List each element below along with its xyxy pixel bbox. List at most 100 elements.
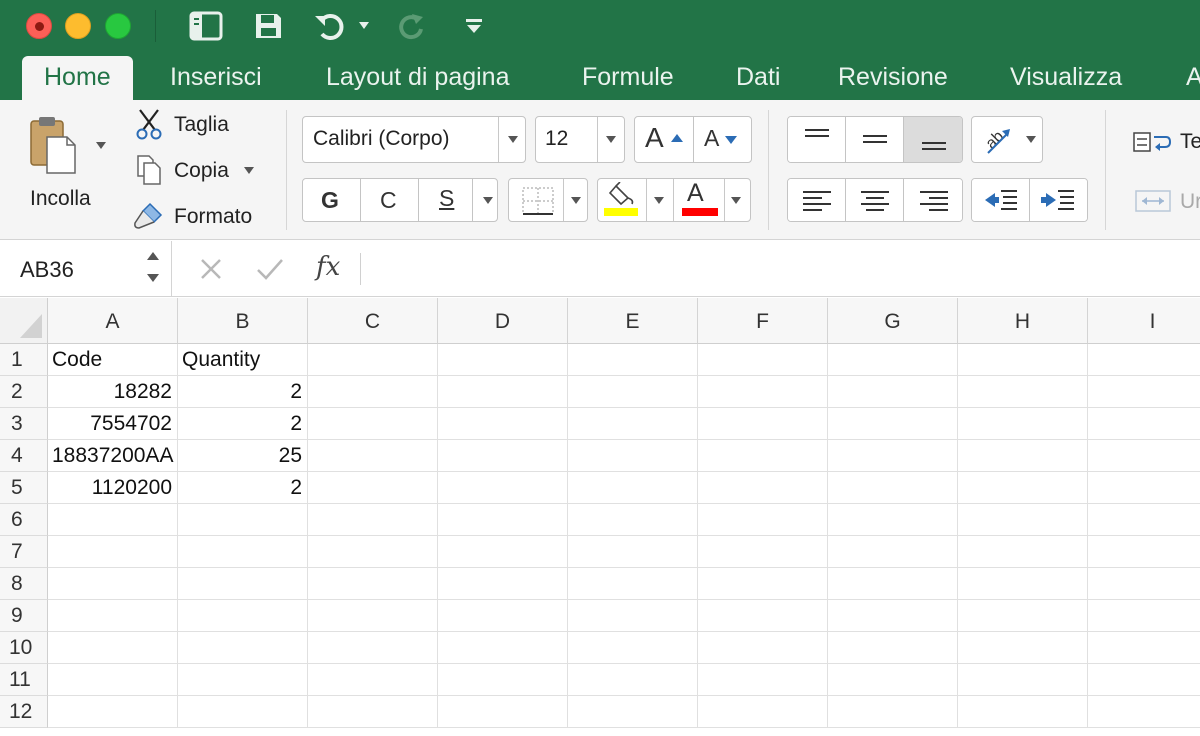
text-orientation-button[interactable]: ab	[971, 116, 1043, 163]
cell-a4[interactable]: 18837200AA	[48, 440, 178, 472]
redo-icon[interactable]	[396, 10, 428, 42]
cell-a12[interactable]	[48, 696, 178, 728]
cell-i3[interactable]	[1088, 408, 1200, 440]
close-window-button[interactable]	[26, 13, 52, 39]
fill-color-button[interactable]	[598, 179, 673, 221]
column-header-g[interactable]: G	[828, 298, 958, 344]
cell-f10[interactable]	[698, 632, 828, 664]
undo-dropdown-icon[interactable]	[359, 22, 369, 29]
cell-d5[interactable]	[438, 472, 568, 504]
zoom-window-button[interactable]	[105, 13, 131, 39]
cell-h5[interactable]	[958, 472, 1088, 504]
wrap-text-button[interactable]: Te	[1180, 130, 1200, 154]
cell-h8[interactable]	[958, 568, 1088, 600]
cell-h4[interactable]	[958, 440, 1088, 472]
column-header-b[interactable]: B	[178, 298, 308, 344]
row-header-2[interactable]: 2	[0, 376, 48, 408]
cell-i6[interactable]	[1088, 504, 1200, 536]
cell-e12[interactable]	[568, 696, 698, 728]
column-header-a[interactable]: A	[48, 298, 178, 344]
cell-c8[interactable]	[308, 568, 438, 600]
row-header-6[interactable]: 6	[0, 504, 48, 536]
row-header-3[interactable]: 3	[0, 408, 48, 440]
cell-c1[interactable]	[308, 344, 438, 376]
save-icon[interactable]	[251, 10, 285, 42]
cell-i5[interactable]	[1088, 472, 1200, 504]
cell-h9[interactable]	[958, 600, 1088, 632]
bold-button[interactable]: G	[303, 179, 361, 221]
tab-dati[interactable]: Dati	[736, 56, 780, 100]
cell-i9[interactable]	[1088, 600, 1200, 632]
cell-h7[interactable]	[958, 536, 1088, 568]
cell-d1[interactable]	[438, 344, 568, 376]
cell-h2[interactable]	[958, 376, 1088, 408]
column-header-f[interactable]: F	[698, 298, 828, 344]
tab-home[interactable]: Home	[22, 56, 133, 100]
merge-center-button[interactable]: Ur	[1180, 190, 1200, 214]
cell-d9[interactable]	[438, 600, 568, 632]
tab-visualizza[interactable]: Visualizza	[1010, 56, 1122, 100]
cell-g8[interactable]	[828, 568, 958, 600]
cell-i12[interactable]	[1088, 696, 1200, 728]
row-header-7[interactable]: 7	[0, 536, 48, 568]
cell-h3[interactable]	[958, 408, 1088, 440]
underline-dropdown-icon[interactable]	[483, 197, 493, 204]
italic-button[interactable]: C	[361, 179, 419, 221]
cell-c6[interactable]	[308, 504, 438, 536]
cell-d12[interactable]	[438, 696, 568, 728]
cell-h11[interactable]	[958, 664, 1088, 696]
cell-e5[interactable]	[568, 472, 698, 504]
column-header-h[interactable]: H	[958, 298, 1088, 344]
cell-e11[interactable]	[568, 664, 698, 696]
align-right-button[interactable]	[904, 179, 962, 221]
cell-a3[interactable]: 7554702	[48, 408, 178, 440]
cell-i10[interactable]	[1088, 632, 1200, 664]
cell-g2[interactable]	[828, 376, 958, 408]
cell-f7[interactable]	[698, 536, 828, 568]
align-bottom-button[interactable]	[904, 117, 962, 162]
cell-c3[interactable]	[308, 408, 438, 440]
paste-icon[interactable]	[26, 114, 80, 178]
column-header-c[interactable]: C	[308, 298, 438, 344]
cell-a6[interactable]	[48, 504, 178, 536]
underline-button[interactable]: S	[419, 179, 473, 221]
scissors-icon[interactable]	[134, 108, 164, 140]
cell-h12[interactable]	[958, 696, 1088, 728]
cell-h1[interactable]	[958, 344, 1088, 376]
cell-a5[interactable]: 1120200	[48, 472, 178, 504]
cell-g4[interactable]	[828, 440, 958, 472]
row-header-12[interactable]: 12	[0, 696, 48, 728]
select-all-button[interactable]	[0, 298, 48, 344]
cell-b10[interactable]	[178, 632, 308, 664]
cell-e6[interactable]	[568, 504, 698, 536]
shrink-font-button[interactable]: A	[694, 117, 751, 162]
tab-inserisci[interactable]: Inserisci	[170, 56, 262, 100]
cell-f9[interactable]	[698, 600, 828, 632]
cell-f8[interactable]	[698, 568, 828, 600]
align-left-button[interactable]	[788, 179, 846, 221]
cell-i2[interactable]	[1088, 376, 1200, 408]
cell-e7[interactable]	[568, 536, 698, 568]
cell-f6[interactable]	[698, 504, 828, 536]
copy-button[interactable]: Copia	[174, 159, 229, 183]
cell-d4[interactable]	[438, 440, 568, 472]
cell-e2[interactable]	[568, 376, 698, 408]
decrease-indent-button[interactable]	[972, 179, 1030, 221]
column-header-d[interactable]: D	[438, 298, 568, 344]
cell-i8[interactable]	[1088, 568, 1200, 600]
copy-icon[interactable]	[134, 154, 164, 186]
insert-function-button[interactable]: fx	[316, 252, 340, 282]
paste-dropdown-icon[interactable]	[96, 142, 106, 149]
format-painter-icon[interactable]	[131, 200, 165, 232]
cell-b1[interactable]: Quantity	[178, 344, 308, 376]
cell-a7[interactable]	[48, 536, 178, 568]
row-header-11[interactable]: 11	[0, 664, 48, 696]
cell-i4[interactable]	[1088, 440, 1200, 472]
cell-g11[interactable]	[828, 664, 958, 696]
cell-b9[interactable]	[178, 600, 308, 632]
cell-b8[interactable]	[178, 568, 308, 600]
cell-c11[interactable]	[308, 664, 438, 696]
format-painter-button[interactable]: Formato	[174, 205, 252, 229]
cell-d7[interactable]	[438, 536, 568, 568]
cell-f5[interactable]	[698, 472, 828, 504]
